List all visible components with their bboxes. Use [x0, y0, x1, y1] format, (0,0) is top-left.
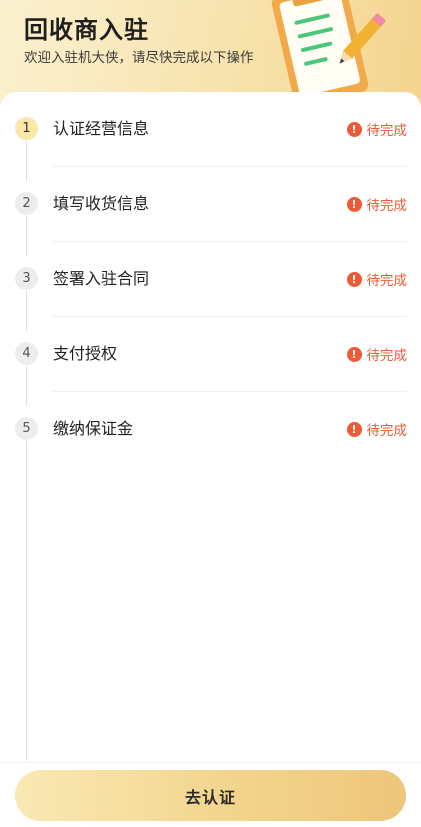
page-subtitle: 欢迎入驻机大侠，请尽快完成以下操作: [24, 50, 254, 66]
step-label: 支付授权: [53, 344, 118, 363]
step-item-deposit[interactable]: 5 缴纳保证金 ! 待完成: [0, 392, 421, 467]
step-label: 填写收货信息: [53, 194, 150, 213]
step-status: ! 待完成: [346, 418, 408, 440]
status-text: 待完成: [366, 198, 408, 214]
step-status: ! 待完成: [346, 343, 408, 365]
warning-icon: !: [346, 271, 362, 287]
step-item-business-info[interactable]: 1 认证经营信息 ! 待完成: [0, 92, 421, 167]
step-connector: [26, 441, 27, 761]
page-title: 回收商入驻: [24, 16, 149, 44]
step-label: 签署入驻合同: [53, 269, 150, 288]
step-status: ! 待完成: [346, 193, 408, 215]
step-item-contract[interactable]: 3 签署入驻合同 ! 待完成: [0, 242, 421, 317]
step-label: 缴纳保证金: [53, 419, 134, 438]
step-number: 2: [15, 192, 38, 215]
step-number: 1: [15, 117, 38, 140]
step-item-payment-auth[interactable]: 4 支付授权 ! 待完成: [0, 317, 421, 392]
step-label: 认证经营信息: [53, 119, 150, 138]
warning-icon: !: [346, 346, 362, 362]
start-certification-button[interactable]: 去认证: [15, 770, 406, 821]
step-status: ! 待完成: [346, 268, 408, 290]
status-text: 待完成: [366, 348, 408, 364]
warning-icon: !: [346, 421, 362, 437]
status-text: 待完成: [366, 423, 408, 439]
footer-divider: [0, 762, 421, 763]
step-status: ! 待完成: [346, 118, 408, 140]
status-text: 待完成: [366, 273, 408, 289]
warning-icon: !: [346, 121, 362, 137]
step-number: 4: [15, 342, 38, 365]
step-item-shipping-info[interactable]: 2 填写收货信息 ! 待完成: [0, 167, 421, 242]
step-number: 3: [15, 267, 38, 290]
status-text: 待完成: [366, 123, 408, 139]
step-number: 5: [15, 417, 38, 440]
warning-icon: !: [346, 196, 362, 212]
